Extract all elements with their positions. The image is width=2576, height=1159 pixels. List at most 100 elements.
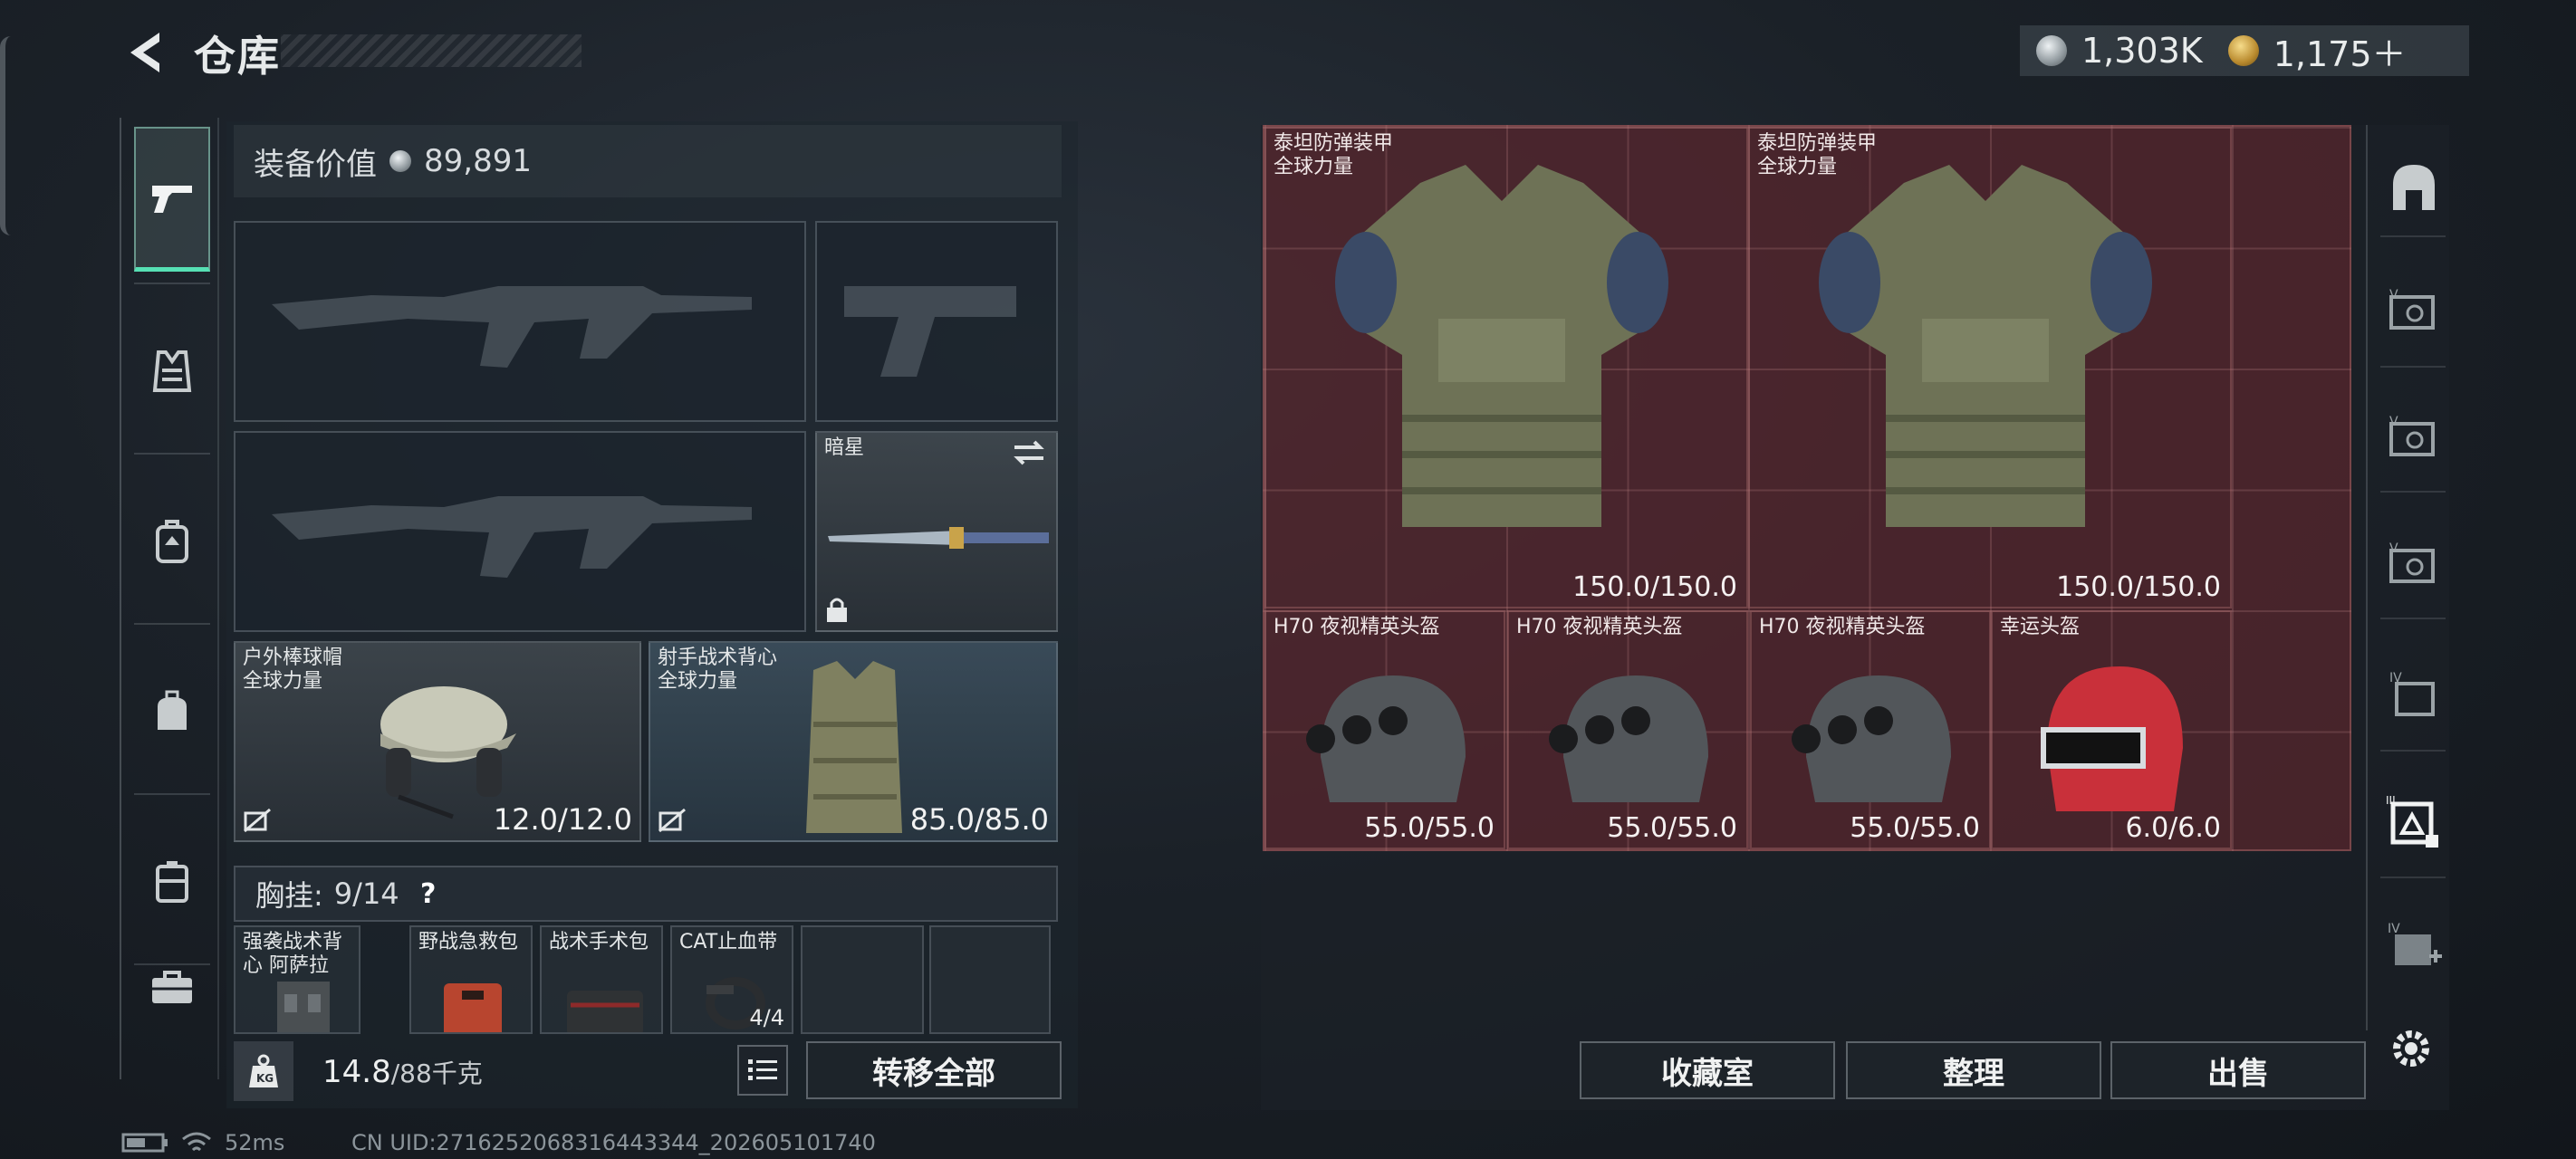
item-name: 幸运头盔 [2000, 616, 2081, 638]
loadout-value-label: 装备价值 [254, 146, 377, 183]
sort-button[interactable]: 整理 [1846, 1041, 2101, 1099]
add-container-icon: IV [2388, 922, 2442, 965]
pouch-slot[interactable]: 战术手术包 [540, 925, 663, 1034]
help-button[interactable]: ? [410, 876, 447, 912]
storage-tab-iv[interactable]: IV [2382, 661, 2446, 724]
svg-text:V: V [2389, 288, 2398, 302]
melee-slot[interactable]: 暗星 [815, 431, 1058, 632]
storage-item[interactable]: H70 夜视精英头盔 55.0/55.0 [1750, 610, 1991, 849]
rail-item-weapons[interactable] [134, 127, 210, 272]
vest-thumbnail [277, 982, 330, 1032]
storage-item[interactable]: 幸运头盔 6.0/6.0 [1991, 610, 2232, 849]
list-view-button[interactable] [737, 1045, 788, 1096]
ping-value: 52ms [225, 1130, 285, 1155]
storage-tab-rail: V V V IV III IV [2366, 125, 2451, 1030]
transfer-all-button[interactable]: 转移全部 [806, 1041, 1062, 1099]
pouch-slot[interactable]: 强袭战术背心 阿萨拉 [234, 925, 360, 1034]
bag-icon [158, 690, 187, 730]
nvg-helmet-image [1306, 675, 1466, 802]
gold-coin-icon [2227, 35, 2259, 66]
rifle-silhouette-icon [272, 286, 752, 368]
title-stripe-decoration [281, 34, 582, 67]
pistol-slot[interactable] [815, 221, 1058, 422]
item-durability: 6.0/6.0 [2125, 812, 2221, 844]
back-button[interactable] [118, 25, 172, 80]
knife-image [828, 527, 1049, 549]
sell-button[interactable]: 出售 [2110, 1041, 2366, 1099]
pistol-silhouette-icon [844, 286, 1016, 377]
armor-durability: 85.0/85.0 [909, 802, 1049, 837]
storage-item[interactable]: H70 夜视精英头盔 55.0/55.0 [1264, 610, 1505, 849]
helmet-faction: 全球力量 [243, 670, 323, 693]
weight-max: /88千克 [390, 1058, 483, 1088]
battery-icon [121, 1133, 168, 1153]
storage-tab-v3[interactable]: V [2382, 532, 2446, 596]
lock-icon [827, 598, 847, 622]
svg-text:V: V [2389, 541, 2398, 556]
rifle-silhouette-icon [272, 496, 752, 578]
vest-icon [152, 350, 192, 392]
safe-box-icon: V [2389, 288, 2435, 330]
nvg-helmet-image [1549, 675, 1708, 802]
storage-tab-v1[interactable]: V [2382, 279, 2446, 342]
storage-tab-main[interactable] [2382, 156, 2446, 219]
rail-item-bags[interactable] [134, 639, 210, 784]
item-name: H70 夜视精英头盔 [1759, 616, 1926, 638]
tactical-vest-image [806, 661, 902, 833]
swap-icon[interactable] [1011, 438, 1047, 467]
toolbox-icon [152, 971, 192, 1003]
pouch-slot[interactable]: 野战急救包 [409, 925, 533, 1034]
storage-tab-active[interactable]: III [2382, 791, 2446, 855]
armor-name: 射手战术背心 [658, 647, 778, 669]
red-helmet-image [2041, 666, 2183, 811]
nvg-helmet-image [1792, 675, 1951, 802]
weight-readout: 14.8/88千克 [322, 1054, 483, 1090]
storage-tab-add[interactable]: IV [2382, 915, 2446, 978]
loadout-value: 89,891 [424, 143, 532, 179]
wifi-icon [182, 1132, 211, 1152]
pouch-name: 野战急救包 [418, 931, 519, 953]
storage-item[interactable]: 泰坦防弹装甲 全球力量 150.0/150.0 [1748, 127, 2232, 608]
primary-weapon-slot[interactable] [234, 221, 806, 422]
pouch-name: CAT止血带 [679, 931, 778, 953]
silver-coin-icon [2036, 35, 2067, 66]
pouch-slot[interactable] [929, 925, 1051, 1034]
currency-silver-amount: 1,303K [2081, 31, 2203, 71]
item-durability: 150.0/150.0 [1572, 571, 1737, 603]
item-durability: 55.0/55.0 [1850, 812, 1980, 844]
screen-edge-glow [0, 36, 11, 235]
safe-box-icon: V [2389, 415, 2435, 456]
page-title: 仓库 [194, 32, 281, 81]
helmet-slot[interactable]: 户外棒球帽 全球力量 12.0/12.0 [234, 641, 641, 842]
settings-button[interactable] [2384, 1021, 2438, 1076]
chest-rig-bar: 胸挂: 9/14 ? [234, 866, 1058, 922]
pouch-slot[interactable] [801, 925, 924, 1034]
chest-rig-count: 9/14 [333, 876, 399, 911]
surgery-kit-image [567, 991, 643, 1032]
first-aid-kit-image [444, 983, 502, 1032]
insurance-off-icon [658, 808, 686, 833]
chest-rig-label: 胸挂: [255, 878, 323, 913]
svg-text:III: III [2386, 795, 2396, 807]
storage-tab-v2[interactable]: V [2382, 406, 2446, 469]
vault-button[interactable]: 收藏室 [1580, 1041, 1835, 1099]
weight-value: 14.8 [322, 1054, 391, 1090]
armor-slot[interactable]: 射手战术背心 全球力量 85.0/85.0 [649, 641, 1058, 842]
storage-item[interactable]: 泰坦防弹装甲 全球力量 150.0/150.0 [1264, 127, 1748, 608]
currency-bar: 1,303K 1,175＋ [2020, 25, 2469, 76]
pouch-name: 强袭战术背心 阿萨拉 [243, 931, 343, 977]
rail-item-helmets[interactable] [134, 469, 210, 614]
rail-item-supplies[interactable] [134, 915, 210, 1059]
armor-faction: 全球力量 [658, 670, 738, 693]
melee-name: 暗星 [824, 436, 865, 459]
item-durability: 150.0/150.0 [2056, 571, 2221, 603]
storage-item[interactable]: H70 夜视精英头盔 55.0/55.0 [1507, 610, 1748, 849]
backpack-icon [156, 520, 188, 563]
heavy-armor-image [1819, 165, 2152, 527]
rail-item-armor[interactable] [134, 299, 210, 444]
vault-door-icon [2393, 165, 2435, 210]
loadout-value-row: 装备价值 89,891 [234, 125, 1062, 197]
user-id: CN UID:2716252068316443344_202605101740 [351, 1130, 876, 1155]
pouch-slot[interactable]: CAT止血带 4/4 [670, 925, 793, 1034]
secondary-weapon-slot[interactable] [234, 431, 806, 632]
